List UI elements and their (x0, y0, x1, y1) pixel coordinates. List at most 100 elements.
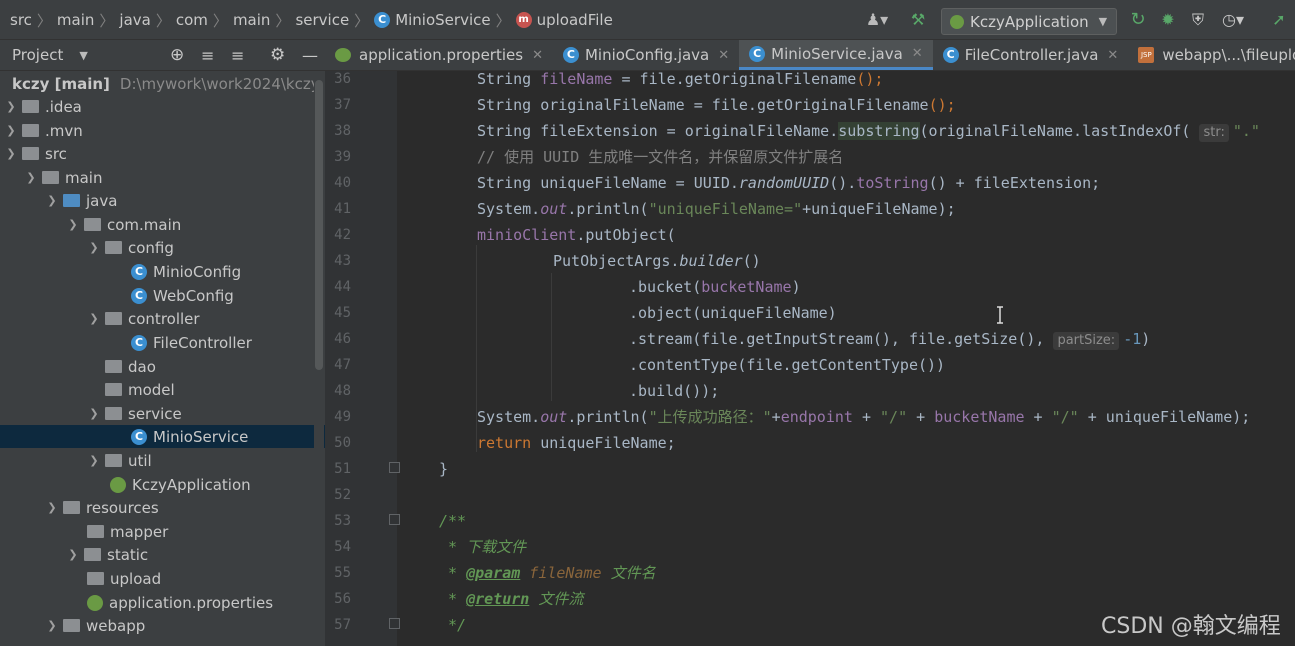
line-number: 57 (334, 617, 351, 633)
project-panel-header: Project ▼ ⊕ ≡ ≡ ⚙ — (0, 40, 325, 71)
class-icon: C (562, 47, 579, 63)
chevron-right-icon[interactable]: ❯ (66, 548, 80, 561)
tree-item-minioservice[interactable]: C MinioService (0, 425, 325, 448)
chevron-down-icon[interactable]: ❯ (87, 241, 101, 254)
tree-item-config[interactable]: ❯ config (0, 236, 313, 259)
chevron-down-icon[interactable]: ❯ (45, 501, 59, 514)
package-icon (105, 312, 122, 325)
tree-item-label: util (128, 451, 152, 470)
run-configuration-selector[interactable]: KczyApplication ▼ (941, 8, 1117, 35)
tree-item-label: src (45, 144, 67, 163)
close-icon[interactable]: ✕ (1107, 48, 1118, 63)
tree-item-main[interactable]: ❯ main (0, 166, 313, 189)
hide-panel-icon[interactable]: — (302, 46, 318, 65)
tree-item-label: controller (128, 309, 200, 328)
tree-item-upload[interactable]: upload (0, 567, 313, 590)
close-icon[interactable]: ✕ (718, 48, 729, 63)
package-icon (105, 454, 122, 467)
chevron-down-icon[interactable]: ❯ (4, 147, 18, 160)
profiler-icon[interactable]: ◷▾ (1218, 10, 1248, 30)
breadcrumb-item-java[interactable]: java (119, 11, 150, 29)
user-account-icon[interactable]: ♟▾ (862, 10, 892, 30)
tree-item-label: dao (128, 357, 156, 376)
tree-item-mvn[interactable]: ❯ .mvn (0, 119, 313, 142)
chevron-right-icon[interactable]: ❯ (87, 454, 101, 467)
tree-item-kczyapplication[interactable]: KczyApplication (0, 473, 313, 496)
tree-item-label: FileController (153, 333, 252, 352)
tree-item-service[interactable]: ❯ service (0, 402, 313, 425)
tree-item-static[interactable]: ❯ static (0, 543, 313, 566)
tree-item-idea[interactable]: ❯ .idea (0, 95, 313, 118)
chevron-right-icon[interactable]: ❯ (4, 100, 18, 113)
expand-all-icon[interactable]: ≡ (201, 46, 214, 65)
chevron-down-icon[interactable]: ❯ (87, 407, 101, 420)
locate-target-icon[interactable]: ⊕ (170, 45, 184, 65)
tree-item-controller[interactable]: ❯ controller (0, 307, 313, 330)
tree-item-java[interactable]: ❯ java (0, 189, 313, 212)
line-number: 47 (334, 357, 351, 373)
tab-filecontroller[interactable]: C FileController.java ✕ (933, 40, 1129, 70)
folder-icon (22, 124, 39, 137)
collapse-all-icon[interactable]: ≡ (231, 46, 244, 65)
chevron-down-icon[interactable]: ❯ (87, 312, 101, 325)
tree-item-mapper[interactable]: mapper (0, 520, 313, 543)
tree-item-webconfig[interactable]: C WebConfig (0, 284, 313, 307)
tree-item-model[interactable]: model (0, 378, 313, 401)
fold-marker-icon[interactable] (389, 514, 400, 525)
build-hammer-icon[interactable]: ⚒ (908, 10, 928, 30)
tree-item-src[interactable]: ❯ src (0, 142, 313, 165)
project-panel-toggle-icon[interactable] (0, 47, 6, 63)
tree-item-application-properties[interactable]: application.properties (0, 591, 313, 614)
tree-item-label: com.main (107, 215, 182, 234)
tree-item-filecontroller[interactable]: C FileController (0, 331, 313, 354)
code-line-46: .stream(file.getInputStream(), file.getS… (629, 330, 1151, 350)
tree-item-kczy-module[interactable]: kczy [main] D:\mywork\work2024\kczy (0, 72, 320, 95)
close-icon[interactable]: ✕ (912, 46, 923, 61)
code-line-41: System.out.println("uniqueFileName="+uni… (477, 200, 956, 218)
debug-bug-icon[interactable]: ✹ (1158, 10, 1178, 30)
code-line-42: minioClient.putObject( (477, 226, 676, 244)
gear-icon[interactable]: ⚙ (270, 45, 285, 65)
breadcrumb-item-com[interactable]: com (176, 11, 208, 29)
tree-item-util[interactable]: ❯ util (0, 449, 313, 472)
fold-marker-icon[interactable] (389, 618, 400, 629)
coverage-shield-icon[interactable]: ⛨ (1188, 10, 1208, 30)
breadcrumb-item-main-package[interactable]: main (233, 11, 270, 29)
project-scrollbar-thumb[interactable] (315, 80, 323, 370)
chevron-down-icon[interactable]: ❯ (45, 194, 59, 207)
tree-item-dao[interactable]: dao (0, 355, 313, 378)
chevron-down-icon[interactable]: ❯ (24, 171, 38, 184)
git-update-icon[interactable]: ➚ (1268, 10, 1290, 30)
line-number: 56 (334, 591, 351, 607)
breadcrumb-class[interactable]: C MinioService (374, 11, 491, 29)
tree-item-webapp[interactable]: ❯ webapp (0, 614, 313, 637)
tab-fileupload-jsp[interactable]: JSP webapp\...\fileupload.jsp (1128, 40, 1295, 70)
tree-item-minioconfig[interactable]: C MinioConfig (0, 260, 313, 283)
tree-item-label: webapp (86, 616, 146, 635)
chevron-right-icon[interactable]: ❯ (4, 124, 18, 137)
rerun-icon[interactable]: ↻ (1128, 10, 1148, 30)
tree-item-label: kczy [main] (12, 74, 110, 93)
breadcrumb-separator: 〉 (354, 11, 370, 30)
method-icon: m (515, 12, 532, 28)
close-icon[interactable]: ✕ (532, 48, 543, 63)
line-number: 36 (334, 71, 351, 87)
line-number: 41 (334, 201, 351, 217)
folder-icon (22, 147, 39, 160)
breadcrumb-item-main[interactable]: main (57, 11, 94, 29)
code-line-45: .object(uniqueFileName) (629, 304, 837, 322)
tree-item-com-main[interactable]: ❯ com.main (0, 213, 313, 236)
breadcrumb-method[interactable]: m uploadFile (515, 11, 613, 29)
breadcrumb-item-service[interactable]: service (295, 11, 349, 29)
package-icon (105, 360, 122, 373)
tree-item-label: static (107, 545, 149, 564)
fold-marker-icon[interactable] (389, 462, 400, 473)
line-number: 37 (334, 97, 351, 113)
chevron-down-icon[interactable]: ▼ (79, 49, 87, 62)
project-tree: kczy [main] D:\mywork\work2024\kczy ❯ .i… (0, 71, 325, 646)
tree-item-resources[interactable]: ❯ resources (0, 496, 313, 519)
project-view-title[interactable]: Project (12, 46, 63, 64)
breadcrumb-item-src[interactable]: src (10, 11, 32, 29)
chevron-down-icon[interactable]: ❯ (45, 619, 59, 632)
chevron-down-icon[interactable]: ❯ (66, 218, 80, 231)
